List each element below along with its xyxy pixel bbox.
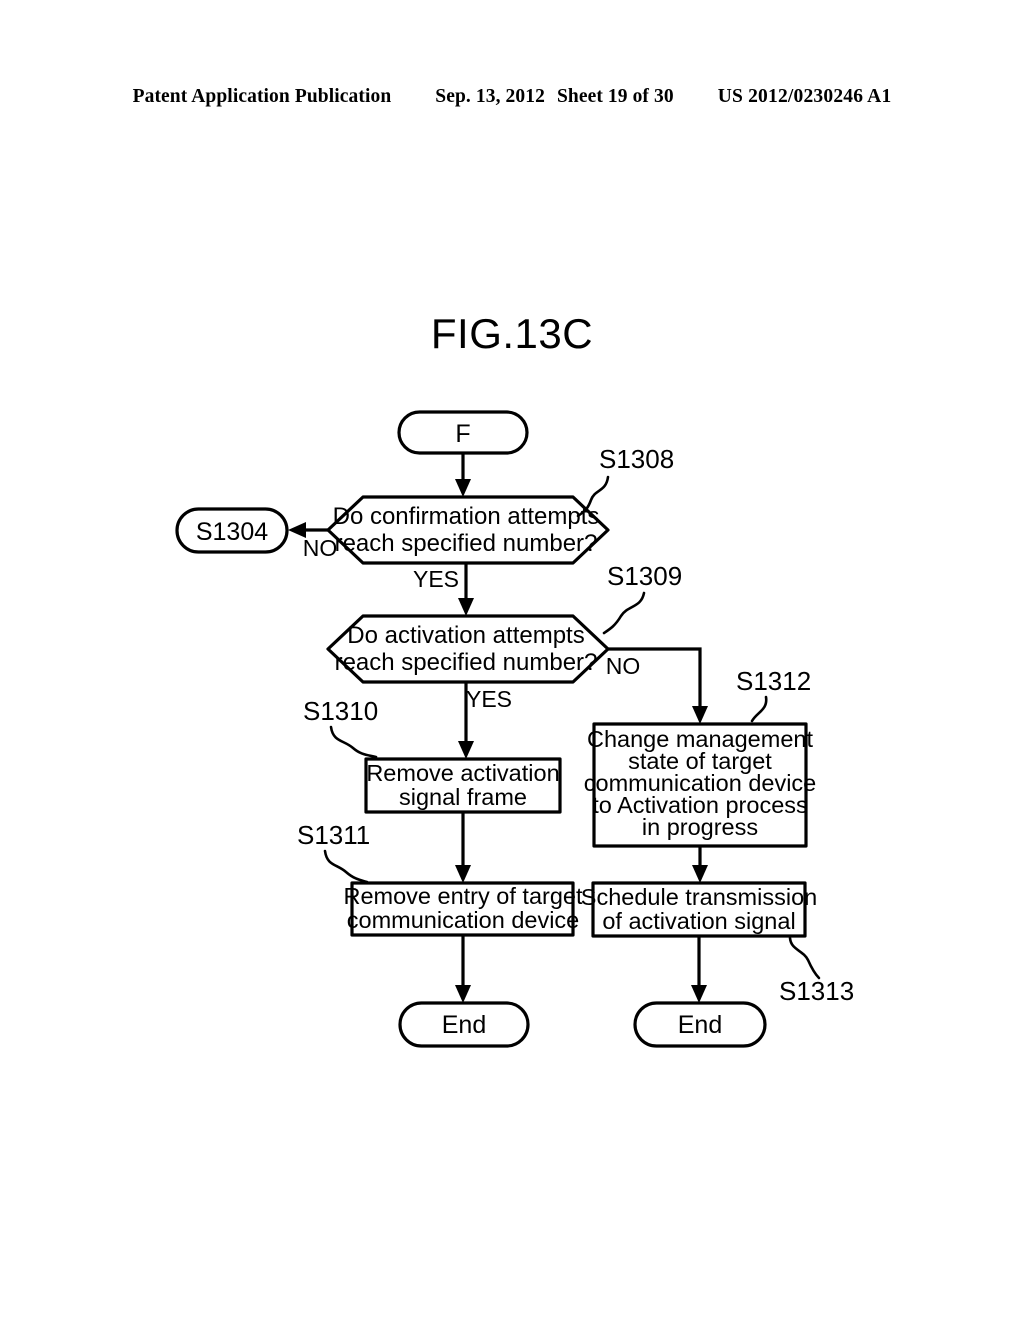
process-s1313-line2: of activation signal bbox=[602, 908, 795, 934]
process-s1310-line1: Remove activation bbox=[366, 760, 559, 786]
reference-leader-s1310: S1310 bbox=[303, 696, 378, 759]
reference-label-s1310: S1310 bbox=[303, 696, 378, 726]
decision-s1309-line1: Do activation attempts bbox=[347, 622, 584, 649]
decision-s1309-line2: reach specified number? bbox=[335, 649, 598, 676]
connector-node-f: F bbox=[397, 410, 529, 455]
process-s1313-line1: Schedule transmission bbox=[581, 884, 817, 910]
decision-s1308-line2: reach specified number? bbox=[335, 530, 598, 557]
process-s1310-line2: signal frame bbox=[399, 784, 527, 810]
process-s1310: Remove activation signal frame bbox=[364, 757, 562, 814]
connector-node-f-label: F bbox=[455, 420, 470, 448]
arrow-s1311-to-end-left bbox=[455, 935, 471, 1003]
branch-label-s1309-no: NO bbox=[606, 653, 641, 679]
process-s1311: Remove entry of target communication dev… bbox=[343, 881, 583, 937]
reference-label-s1313: S1313 bbox=[779, 976, 854, 1006]
flowchart: F Do confirmation attempts reach specifi… bbox=[0, 0, 1024, 1320]
terminal-end-left-label: End bbox=[442, 1011, 486, 1039]
offpage-connector-s1304: S1304 bbox=[175, 507, 289, 554]
patent-drawing-page: Patent Application Publication Sep. 13, … bbox=[0, 0, 1024, 1320]
decision-s1308: Do confirmation attempts reach specified… bbox=[326, 495, 610, 565]
terminal-end-left: End bbox=[398, 1001, 530, 1048]
decision-s1309: Do activation attempts reach specified n… bbox=[326, 614, 610, 684]
arrow-s1313-to-end-right bbox=[691, 936, 707, 1003]
reference-leader-s1312: S1312 bbox=[736, 666, 811, 723]
arrow-s1309-yes-to-s1310: YES bbox=[458, 682, 512, 759]
reference-label-s1311: S1311 bbox=[297, 820, 370, 850]
process-s1311-line2: communication device bbox=[347, 907, 580, 933]
arrow-s1308-yes-to-s1309: YES bbox=[413, 563, 474, 616]
process-s1312-line5: in progress bbox=[642, 814, 758, 840]
process-s1312: Change management state of target commun… bbox=[584, 722, 816, 848]
reference-label-s1312: S1312 bbox=[736, 666, 811, 696]
terminal-end-right-label: End bbox=[678, 1011, 722, 1039]
branch-label-s1309-yes: YES bbox=[466, 686, 512, 712]
branch-label-s1308-no: NO bbox=[303, 535, 338, 561]
terminal-end-right: End bbox=[633, 1001, 767, 1048]
process-s1313: Schedule transmission of activation sign… bbox=[581, 881, 817, 938]
arrow-s1312-to-s1313 bbox=[692, 846, 708, 883]
reference-label-s1308: S1308 bbox=[599, 444, 674, 474]
process-s1311-line1: Remove entry of target bbox=[343, 883, 582, 909]
reference-leader-s1313: S1313 bbox=[779, 936, 854, 1006]
branch-label-s1308-yes: YES bbox=[413, 566, 459, 592]
reference-leader-s1311: S1311 bbox=[297, 820, 370, 884]
offpage-connector-s1304-label: S1304 bbox=[196, 518, 268, 546]
arrow-s1309-no-to-s1312: NO bbox=[606, 647, 708, 724]
decision-s1308-line1: Do confirmation attempts bbox=[333, 503, 600, 530]
reference-leader-s1309: S1309 bbox=[602, 561, 682, 635]
reference-label-s1309: S1309 bbox=[607, 561, 682, 591]
arrow-s1310-to-s1311 bbox=[455, 812, 471, 883]
arrow-f-to-s1308 bbox=[455, 453, 471, 497]
